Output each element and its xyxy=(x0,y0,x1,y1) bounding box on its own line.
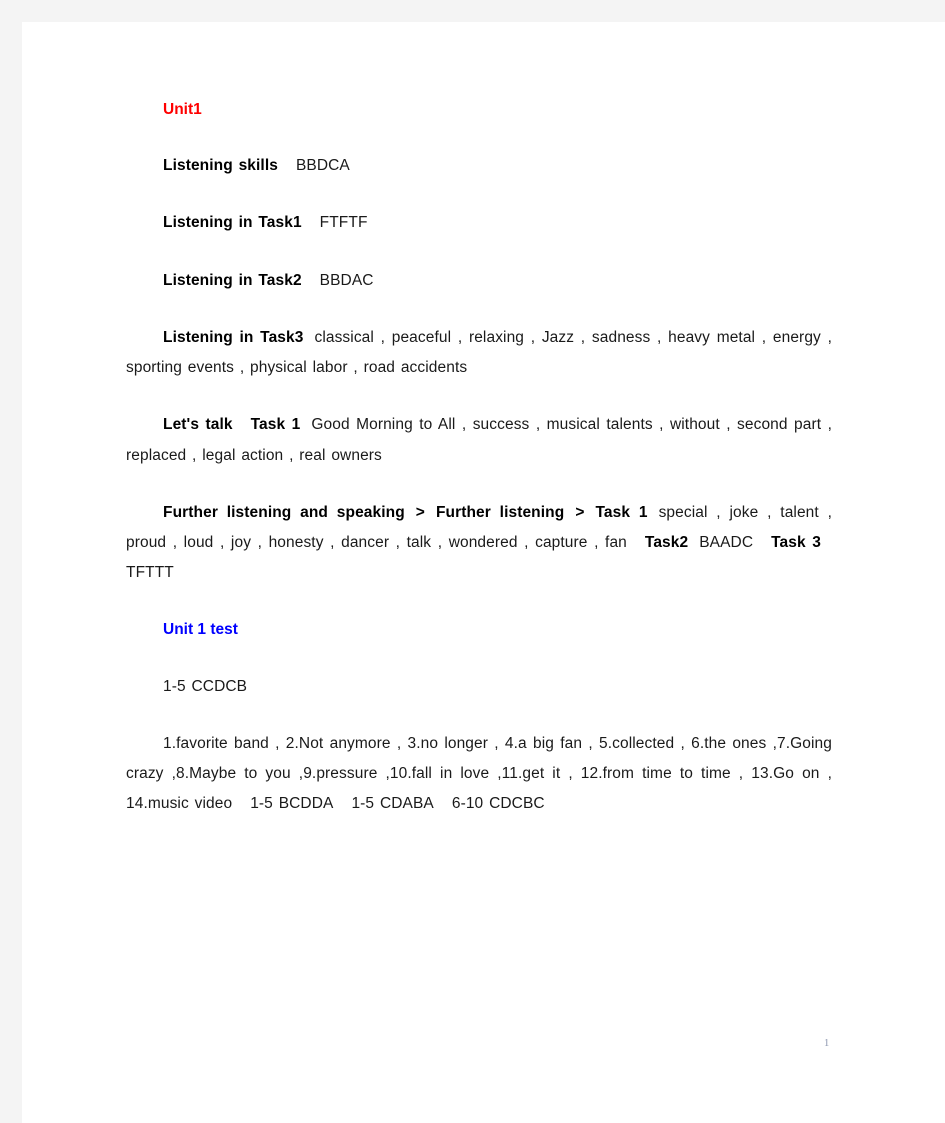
listening-in-task3-line: Listening in Task3 classical , peaceful ,… xyxy=(126,323,832,383)
test-answers-1-5: 1-5 CCDCB xyxy=(163,677,248,695)
further-listening-task2-answers: BAADC xyxy=(699,533,754,551)
test-fill-ins-line: 1.favorite band , 2.Not anymore , 3.no l… xyxy=(126,729,832,820)
listening-in-task2-label: Listening in Task2 xyxy=(163,271,302,289)
breadcrumb-separator-icon-2: > xyxy=(575,503,585,521)
document-content: Unit1 Listening skills BBDCA Listening in… xyxy=(126,95,832,847)
page-number: 1 xyxy=(824,1038,830,1049)
unit-test-heading: Unit 1 test xyxy=(126,615,832,645)
listening-skills-label: Listening skills xyxy=(163,157,278,175)
test-answers-extra-3: 6-10 CDCBC xyxy=(451,795,545,813)
further-listening-breadcrumb-part2: Further listening xyxy=(435,503,565,521)
listening-in-task3-label: Listening in Task3 xyxy=(163,328,304,346)
listening-in-task1-line: Listening in Task1 FTFTF xyxy=(126,208,832,238)
unit-heading: Unit1 xyxy=(126,95,832,125)
document-page: Unit1 Listening skills BBDCA Listening in… xyxy=(22,22,945,1123)
further-listening-line: Further listening and speaking > Further l… xyxy=(126,498,832,589)
listening-in-task1-answers: FTFTF xyxy=(319,214,368,232)
unit-test-heading-text: Unit 1 test xyxy=(163,621,238,639)
further-listening-task2-label: Task2 xyxy=(644,533,689,551)
listening-skills-answers: BBDCA xyxy=(295,157,350,175)
further-listening-task1-label: Task 1 xyxy=(595,503,648,521)
test-answers-extra-1: 1-5 BCDDA xyxy=(250,795,334,813)
further-listening-task3-label: Task 3 xyxy=(771,533,821,551)
further-listening-task3-answers: TFTTT xyxy=(126,564,174,582)
test-answers-extra-2: 1-5 CDABA xyxy=(351,795,434,813)
test-answers-1-5-line: 1-5 CCDCB xyxy=(126,672,832,702)
lets-talk-line: Let's talk Task 1 Good Morning to All , su… xyxy=(126,410,832,470)
listening-in-task2-line: Listening in Task2 BBDAC xyxy=(126,266,832,296)
listening-in-task2-answers: BBDAC xyxy=(319,271,374,289)
further-listening-breadcrumb-part1: Further listening and speaking xyxy=(163,503,405,521)
listening-in-task1-label: Listening in Task1 xyxy=(163,214,302,232)
lets-talk-task-label: Task 1 xyxy=(250,416,301,434)
unit-heading-text: Unit1 xyxy=(163,101,202,118)
breadcrumb-separator-icon: > xyxy=(415,503,425,521)
listening-skills-line: Listening skills BBDCA xyxy=(126,151,832,181)
lets-talk-label: Let's talk xyxy=(163,416,233,434)
